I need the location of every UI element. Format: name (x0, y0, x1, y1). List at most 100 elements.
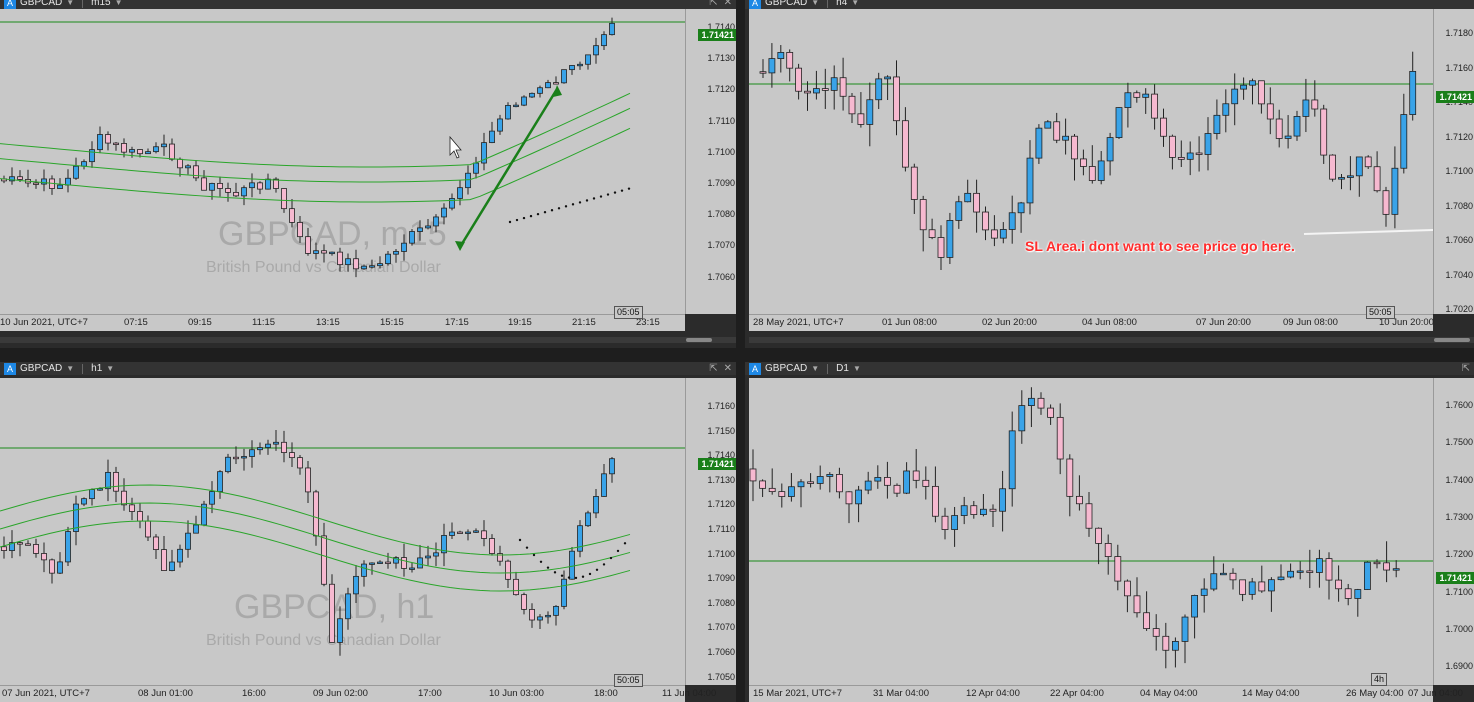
horizontal-scrollbar[interactable] (0, 337, 736, 343)
timeframe-dropdown-icon[interactable]: ▼ (851, 0, 859, 7)
bear-candle (225, 188, 231, 193)
bear-candle (1177, 156, 1185, 160)
price-tick-label: 1.7160 (1445, 62, 1473, 73)
bear-candle (169, 143, 175, 160)
timeframe-selector[interactable]: m15 (91, 0, 110, 8)
plot-area[interactable]: SL Area.i dont want to see price go here… (749, 9, 1433, 314)
bear-candle (1306, 570, 1314, 573)
bear-candle (385, 561, 391, 564)
bull-candle (1347, 175, 1354, 178)
bull-candle (955, 201, 963, 221)
detach-icon[interactable]: ⇱ (709, 363, 717, 374)
bear-candle (1258, 581, 1266, 592)
time-tick-label: 28 May 2021, UTC+7 (753, 317, 844, 328)
plot-area[interactable] (749, 378, 1433, 685)
chart-panel-h4[interactable]: A GBPCAD ▼ h4 ▼ SL Area.i dont want to s… (745, 0, 1474, 348)
time-tick-label: 14 May 04:00 (1242, 688, 1300, 699)
price-tick-label: 1.7060 (1445, 235, 1473, 245)
price-tick-label: 1.7120 (1445, 131, 1473, 142)
bull-candle (425, 225, 431, 229)
indicator-dot (518, 538, 522, 542)
bull-candle (884, 76, 892, 80)
bull-candle (816, 476, 824, 484)
indicator-dot (546, 566, 550, 569)
scrollbar-thumb[interactable] (1434, 338, 1470, 342)
ema-middle (0, 107, 631, 183)
bull-candle (417, 557, 423, 569)
time-tick-label: 09 Jun 02:00 (313, 688, 368, 699)
bear-candle (1195, 152, 1203, 155)
bull-candle (1287, 570, 1294, 578)
symbol-selector[interactable]: GBPCAD (765, 363, 807, 374)
bear-candle (33, 182, 39, 185)
time-axis[interactable]: 10 Jun 2021, UTC+7 07:15 09:15 11:15 13:15 15… (0, 314, 685, 331)
price-tick-label: 1.7080 (1445, 200, 1473, 211)
bear-candle (1329, 154, 1336, 180)
bull-candle (1392, 568, 1400, 571)
timeframe-selector[interactable]: h4 (836, 0, 847, 8)
indicator-dot (602, 563, 606, 566)
chart-panel-m15[interactable]: A GBPCAD ▼ m15 ▼ ⇱ ✕ GBPCAD, m15 British … (0, 0, 736, 348)
bull-candle (129, 149, 135, 153)
price-axis[interactable]: 1.71801.71601.71401.71201.71001.70801.70… (1433, 9, 1474, 314)
bear-candle (1168, 135, 1176, 158)
symbol-badge-icon[interactable]: A (4, 362, 16, 375)
indicator-dot (567, 576, 571, 579)
bull-candle (1219, 572, 1227, 576)
bear-candle (105, 134, 111, 144)
plot-area[interactable]: GBPCAD, h1 British Pound vs Canadian Dol… (0, 378, 685, 685)
timeframe-selector[interactable]: h1 (91, 363, 102, 374)
bear-candle (922, 479, 930, 487)
detach-icon[interactable]: ⇱ (709, 0, 717, 8)
timeframe-dropdown-icon[interactable]: ▼ (115, 0, 123, 7)
symbol-selector[interactable]: GBPCAD (20, 0, 62, 8)
candlestick-chart (0, 17, 685, 278)
price-tick-label: 1.7100 (707, 548, 735, 559)
chart-panel-h1[interactable]: A GBPCAD ▼ h1 ▼ ⇱ ✕ GBPCAD, h1 British Po… (0, 362, 736, 702)
timeframe-dropdown-icon[interactable]: ▼ (106, 364, 114, 373)
time-axis[interactable]: 28 May 2021, UTC+7 01 Jun 08:00 02 Jun 20:… (749, 314, 1434, 331)
symbol-badge-icon[interactable]: A (749, 0, 761, 9)
bull-candle (353, 575, 359, 595)
bull-candle (1355, 156, 1363, 177)
indicator-dot (588, 572, 592, 576)
bear-candle (1344, 588, 1352, 599)
price-axis[interactable]: 1.7140 1.7130 1.7120 1.7110 1.7100 1.7090 1.70… (685, 9, 736, 314)
bull-candle (1213, 114, 1221, 134)
close-icon[interactable]: ✕ (724, 0, 732, 8)
time-axis[interactable]: 15 Mar 2021, UTC+7 31 Mar 04:00 12 Apr 04:… (749, 685, 1463, 702)
chart-panel-d1[interactable]: A GBPCAD ▼ D1 ▼ ⇱ 1.7600 1.7500 1.7400 1.73… (745, 362, 1474, 702)
bull-candle (903, 470, 911, 494)
timeframe-dropdown-icon[interactable]: ▼ (853, 364, 861, 373)
bear-candle (804, 90, 811, 94)
symbol-dropdown-icon[interactable]: ▼ (811, 364, 819, 373)
bull-candle (1293, 116, 1301, 137)
bull-candle (797, 481, 805, 488)
symbol-dropdown-icon[interactable]: ▼ (66, 0, 74, 7)
scrollbar-thumb[interactable] (686, 338, 712, 342)
price-axis[interactable]: 1.7600 1.7500 1.7400 1.7300 1.7200 1.7100 1.70… (1433, 378, 1474, 685)
bear-candle (161, 549, 167, 571)
timeframe-selector[interactable]: D1 (836, 363, 849, 374)
price-tick-label: 1.7080 (707, 597, 735, 608)
symbol-selector[interactable]: GBPCAD (20, 363, 62, 374)
time-axis[interactable]: 07 Jun 2021, UTC+7 08 Jun 01:00 16:00 09 Ju… (0, 685, 716, 702)
bull-candle (65, 531, 71, 563)
plot-area[interactable]: GBPCAD, m15 British Pound vs Canadian Do… (0, 9, 725, 314)
candle-timer: 4h (1371, 673, 1388, 686)
indicator-dot (553, 571, 557, 574)
bull-candle (153, 146, 159, 153)
close-icon[interactable]: ✕ (724, 363, 732, 374)
symbol-badge-icon[interactable]: A (749, 362, 761, 375)
price-axis[interactable]: 1.7160 1.7150 1.7140 1.7130 1.7120 1.7110 1.71… (685, 378, 736, 685)
bull-candle (65, 177, 71, 186)
detach-icon[interactable]: ⇱ (1462, 363, 1470, 374)
symbol-selector[interactable]: GBPCAD (765, 0, 807, 8)
symbol-badge-icon[interactable]: A (4, 0, 16, 9)
bear-candle (129, 504, 135, 512)
horizontal-scrollbar[interactable] (749, 337, 1474, 343)
symbol-dropdown-icon[interactable]: ▼ (811, 0, 819, 7)
bear-candle (281, 188, 287, 210)
bear-candle (1143, 612, 1151, 630)
symbol-dropdown-icon[interactable]: ▼ (66, 364, 74, 373)
